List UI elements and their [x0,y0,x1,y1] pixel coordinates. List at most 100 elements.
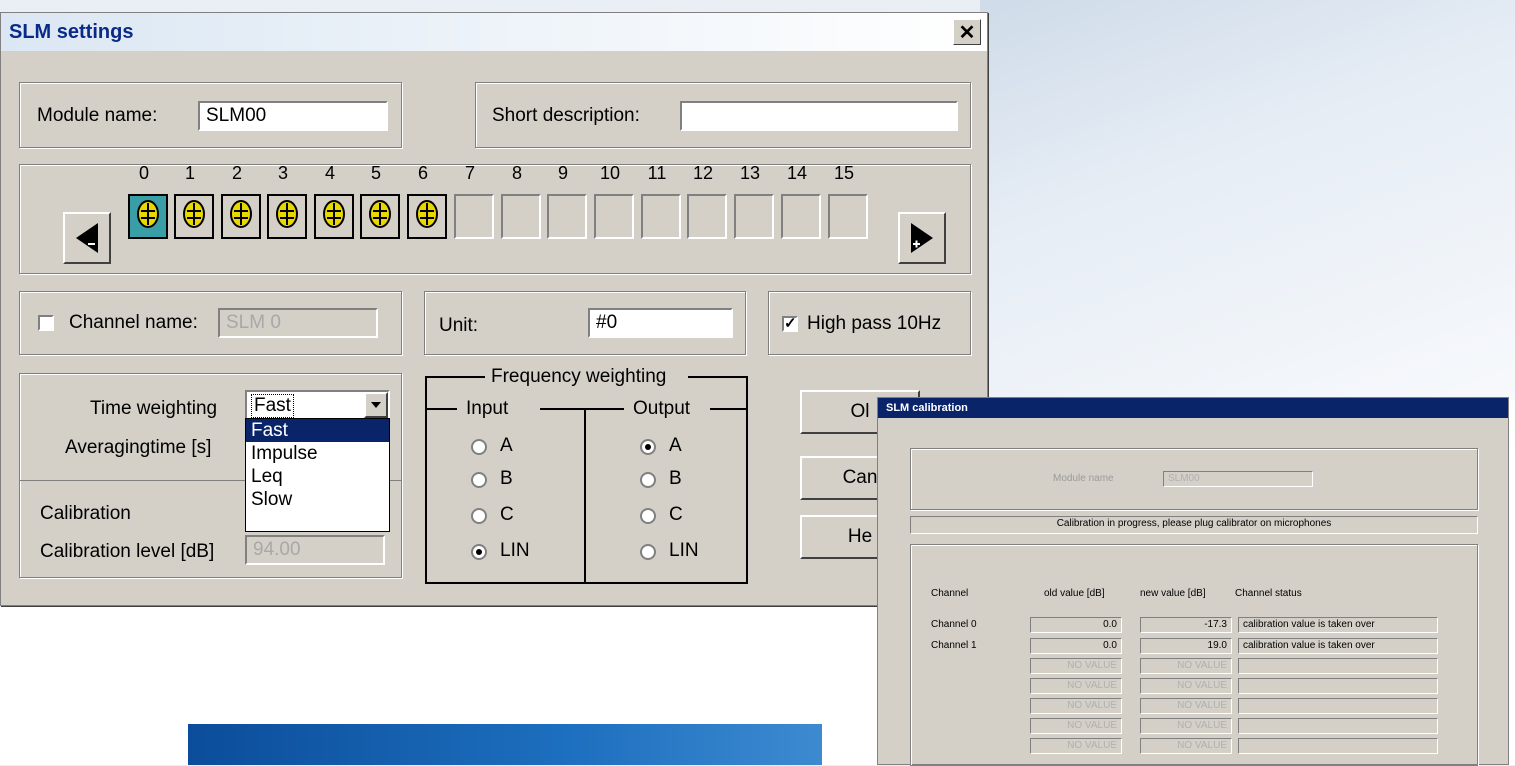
new-value-field: NO VALUE [1140,658,1232,674]
slm-calibration-dialog: SLM calibration Module name SLM00 Calibr… [877,397,1509,766]
channel-number: 1 [184,163,195,183]
channel-slot-empty[interactable] [641,194,681,239]
dropdown-option[interactable]: Slow [246,488,389,511]
microphone-icon [367,199,393,234]
channel-slot-microphone[interactable] [221,194,261,239]
calibration-channel-label: Channel 1 [931,640,977,651]
channel-slot-microphone[interactable] [174,194,214,239]
channel-slot-empty[interactable] [828,194,868,239]
output-radio-b[interactable] [640,472,656,488]
module-name-input[interactable] [198,101,388,131]
dropdown-button[interactable] [364,392,388,418]
input-radio-c[interactable] [471,508,487,524]
channel-status-field [1238,718,1438,734]
channel-slot-empty[interactable] [594,194,634,239]
microphone-icon [228,199,254,234]
microphone-icon [181,199,207,234]
calibration-level-input[interactable] [245,535,385,565]
old-value-field: NO VALUE [1030,678,1122,694]
old-value-field: NO VALUE [1030,698,1122,714]
channel-number: 5 [370,163,381,183]
channel-slot-microphone[interactable] [267,194,307,239]
unit-input[interactable] [588,308,733,338]
close-icon: ✕ [958,21,976,44]
channel-number: 11 [647,163,667,183]
input-radio-label: LIN [500,540,530,561]
time-weighting-label: Time weighting [90,398,218,419]
new-value-field: NO VALUE [1140,718,1232,734]
channel-number: 10 [599,163,621,183]
module-label-disabled: Module name [1053,473,1114,484]
input-radio-a[interactable] [471,439,487,455]
channel-slot-empty[interactable] [734,194,774,239]
calibration-module-select[interactable]: SLM00 [1163,471,1313,487]
time-weighting-dropdown-list: Fast Impulse Leq Slow [245,418,390,532]
input-radio-b[interactable] [471,472,487,488]
channel-name-label: Channel name: [69,312,198,333]
channel-slot-microphone[interactable] [360,194,400,239]
channel-status-field [1238,658,1438,674]
calibration-label: Calibration [40,503,131,524]
arrow-right-plus-icon [911,223,933,253]
channel-slot-microphone[interactable] [314,194,354,239]
channel-status-field [1238,698,1438,714]
new-value-field: NO VALUE [1140,738,1232,754]
channel-status-field [1238,678,1438,694]
output-radio-c[interactable] [640,508,656,524]
calibration-progress-banner: Calibration in progress, please plug cal… [910,516,1478,534]
frequency-weighting-label: Frequency weighting [491,366,667,387]
output-radio-label: A [669,435,682,456]
calibration-title: SLM calibration [878,398,1508,418]
previous-channel-button[interactable] [63,212,111,264]
input-radio-label: C [500,504,514,525]
new-value-field: -17.3 [1140,617,1232,633]
col-header-old: old value [dB] [1044,588,1105,599]
dropdown-option[interactable]: Fast [246,419,389,442]
cancel-label: Can [842,467,878,488]
channel-slot-empty[interactable] [454,194,494,239]
channel-status-field: calibration value is taken over [1238,617,1438,633]
background-gradient [980,0,1515,400]
channel-number: 6 [417,163,428,183]
averaging-time-label: Averagingtime [s] [65,437,212,458]
highpass-label: High pass 10Hz [807,313,942,334]
channel-name-checkbox[interactable] [38,315,54,331]
channel-status-field: calibration value is taken over [1238,638,1438,654]
channel-number: 12 [692,163,714,183]
calibration-level-label: Calibration level [dB] [40,541,215,562]
output-radio-a[interactable] [640,439,656,455]
old-value-field: NO VALUE [1030,658,1122,674]
col-header-new: new value [dB] [1140,588,1206,599]
next-channel-button[interactable] [898,212,946,264]
microphone-icon [321,199,347,234]
channel-name-input[interactable] [218,308,378,338]
channel-slot-empty[interactable] [547,194,587,239]
channel-slot-empty[interactable] [687,194,727,239]
channel-slot-empty[interactable] [501,194,541,239]
output-radio-label: B [669,468,682,489]
old-value-field: NO VALUE [1030,718,1122,734]
highpass-checkbox[interactable]: ✓ [782,316,798,332]
col-header-status: Channel status [1235,588,1302,599]
dropdown-option[interactable]: Impulse [246,442,389,465]
close-button[interactable]: ✕ [953,19,981,45]
output-radio-lin[interactable] [640,544,656,560]
time-weighting-value: Fast [251,394,294,418]
old-value-field: NO VALUE [1030,738,1122,754]
channel-slot-microphone[interactable] [407,194,447,239]
input-label: Input [466,398,509,419]
channel-number: 0 [138,163,149,183]
channel-number: 13 [739,163,761,183]
input-radio-lin[interactable] [471,544,487,560]
unit-label: Unit: [439,315,479,336]
time-weighting-select[interactable]: Fast [245,390,390,420]
short-description-input[interactable] [680,101,958,131]
output-radio-label: C [669,504,683,525]
ok-label: Ol [850,401,870,422]
channel-slot-empty[interactable] [781,194,821,239]
short-description-label: Short description: [492,105,640,126]
microphone-icon [135,199,161,234]
channel-slot-microphone[interactable] [128,194,168,239]
dropdown-option[interactable]: Leq [246,465,389,488]
blue-banner [188,724,822,765]
